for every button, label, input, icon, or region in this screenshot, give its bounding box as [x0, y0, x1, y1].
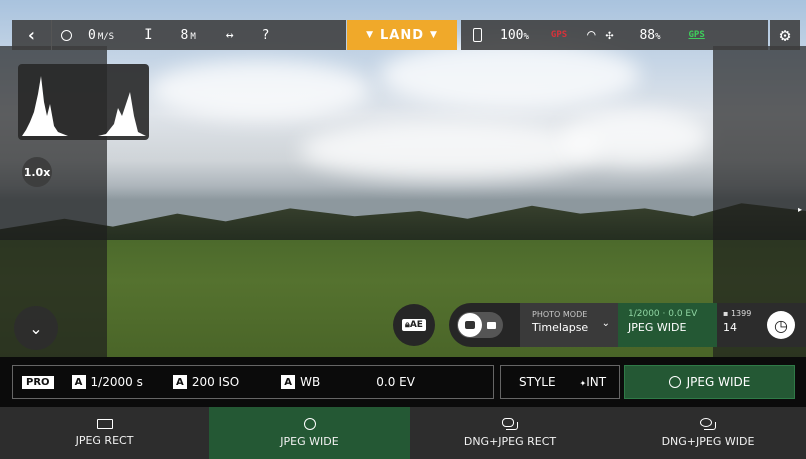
format-tabs: JPEG RECT JPEG WIDE DNG+JPEG RECT DNG+JP… [0, 407, 806, 459]
device-status-panel: 100% GPS ◠ ✣ 88% GPS [461, 20, 768, 50]
tab-jpeg-wide[interactable]: JPEG WIDE [209, 407, 410, 459]
tab-label: JPEG WIDE [280, 435, 339, 448]
altitude-icon: I [144, 27, 153, 43]
wb-setting[interactable]: A WB [281, 375, 320, 389]
tab-dng-jpeg-wide[interactable]: DNG+JPEG WIDE [610, 407, 806, 459]
drone-gps-badge: GPS [550, 30, 568, 40]
settings-button[interactable]: ⚙ [770, 20, 800, 50]
pro-settings-panel: PRO A 1/2000 s A 200 ISO A WB 0.0 EV [12, 365, 494, 399]
video-icon [487, 321, 496, 329]
exposure-summary-label: 1/2000 · 0.0 EV [628, 309, 698, 319]
drone-icon: ✣ [605, 27, 614, 43]
back-button[interactable]: ‹ [12, 20, 52, 50]
iso-setting[interactable]: A 200 ISO [172, 375, 240, 389]
shutter-button[interactable]: ◷ [767, 303, 806, 347]
speed-value: 0 M/S [88, 27, 115, 43]
tab-dng-jpeg-rect[interactable]: DNG+JPEG RECT [410, 407, 610, 459]
storage-count: ▪ 1399 [723, 309, 752, 318]
zoom-indicator[interactable]: 1.0x [22, 157, 52, 187]
chevron-down-icon: ⌄ [601, 318, 610, 329]
phone-icon [473, 28, 482, 42]
format-button-label: JPEG WIDE [686, 375, 751, 389]
format-button[interactable]: JPEG WIDE [624, 365, 795, 399]
format-value: JPEG WIDE [628, 321, 687, 334]
style-label: STYLE [519, 375, 556, 389]
pro-badge[interactable]: PRO [22, 375, 54, 389]
style-button[interactable]: STYLE ✦INT [500, 365, 620, 399]
exposure-summary[interactable]: 1/2000 · 0.0 EV JPEG WIDE [618, 303, 717, 347]
expand-right-icon[interactable]: ▸ [798, 205, 802, 214]
sky-cloud [380, 40, 640, 110]
sd-card-icon: ▪ [723, 309, 729, 318]
land-button[interactable]: ▼ LAND ▼ [347, 20, 457, 50]
auto-icon: A [281, 375, 296, 389]
sky-cloud [300, 120, 600, 180]
top-status-bar: ‹ 0 M/S I 8M ↔ ? ▼ LAND ▼ 100% GPS ◠ ✣ 88… [12, 20, 800, 50]
drone-battery-value: 88% [639, 27, 661, 43]
settings-bar: PRO A 1/2000 s A 200 ISO A WB 0.0 EV STY… [0, 357, 806, 407]
camera-icon [458, 313, 482, 337]
gear-icon: ⚙ [779, 24, 791, 46]
distance-value: ? [261, 27, 270, 43]
circle-icon [668, 376, 681, 388]
int-style: ✦INT [579, 375, 607, 389]
distance-icon: ↔ [225, 27, 234, 43]
ae-lock-button[interactable]: 🔒︎AE [393, 304, 435, 346]
sky-cloud [150, 60, 370, 120]
tab-jpeg-rect[interactable]: JPEG RECT [0, 407, 209, 459]
sky-cloud [560, 110, 710, 165]
wifi-icon: ◠ [587, 27, 596, 43]
collapse-button[interactable]: ⌄ [14, 306, 58, 350]
mode-switch[interactable] [457, 312, 503, 338]
photo-mode-selector[interactable]: PHOTO MODE Timelapse ⌄ [520, 303, 618, 347]
shutter-value: 1/2000 s [90, 375, 143, 389]
ae-lock-label: 🔒︎AE [402, 319, 426, 331]
telemetry-panel: 0 M/S I 8M ↔ ? [52, 20, 346, 50]
caret-down-icon: ▼ [366, 30, 374, 40]
circle-icon [303, 418, 316, 430]
gps-badge: GPS [688, 30, 705, 40]
auto-icon: A [71, 375, 86, 389]
photo-video-toggle[interactable] [449, 303, 520, 347]
chevron-left-icon: ‹ [26, 24, 37, 46]
chevron-down-icon: ⌄ [29, 318, 43, 338]
land-label: LAND [379, 27, 424, 43]
speed-icon [61, 29, 72, 41]
dual-rect-icon [502, 418, 518, 430]
histogram [18, 64, 149, 140]
wb-value: WB [300, 375, 321, 389]
auto-icon: A [172, 375, 187, 389]
ev-setting[interactable]: 0.0 EV [376, 375, 415, 389]
ev-value: 0.0 EV [376, 375, 415, 389]
histogram-graph [22, 76, 146, 136]
iso-value: 200 ISO [191, 375, 240, 389]
altitude-value: 8M [180, 27, 196, 43]
tab-label: DNG+JPEG WIDE [661, 435, 755, 448]
rect-icon [96, 419, 113, 429]
phone-battery-value: 100% [500, 27, 529, 43]
timer-icon: ◷ [767, 311, 795, 339]
interval-value: 14 [723, 321, 737, 334]
storage-info: ▪ 1399 14 [717, 303, 767, 347]
tab-label: JPEG RECT [75, 434, 134, 447]
caret-down-icon: ▼ [430, 30, 438, 40]
shutter-setting[interactable]: A 1/2000 s [71, 375, 143, 389]
dual-circle-icon [700, 418, 716, 430]
capture-panel: PHOTO MODE Timelapse ⌄ 1/2000 · 0.0 EV J… [449, 303, 806, 347]
tab-label: DNG+JPEG RECT [463, 435, 557, 448]
